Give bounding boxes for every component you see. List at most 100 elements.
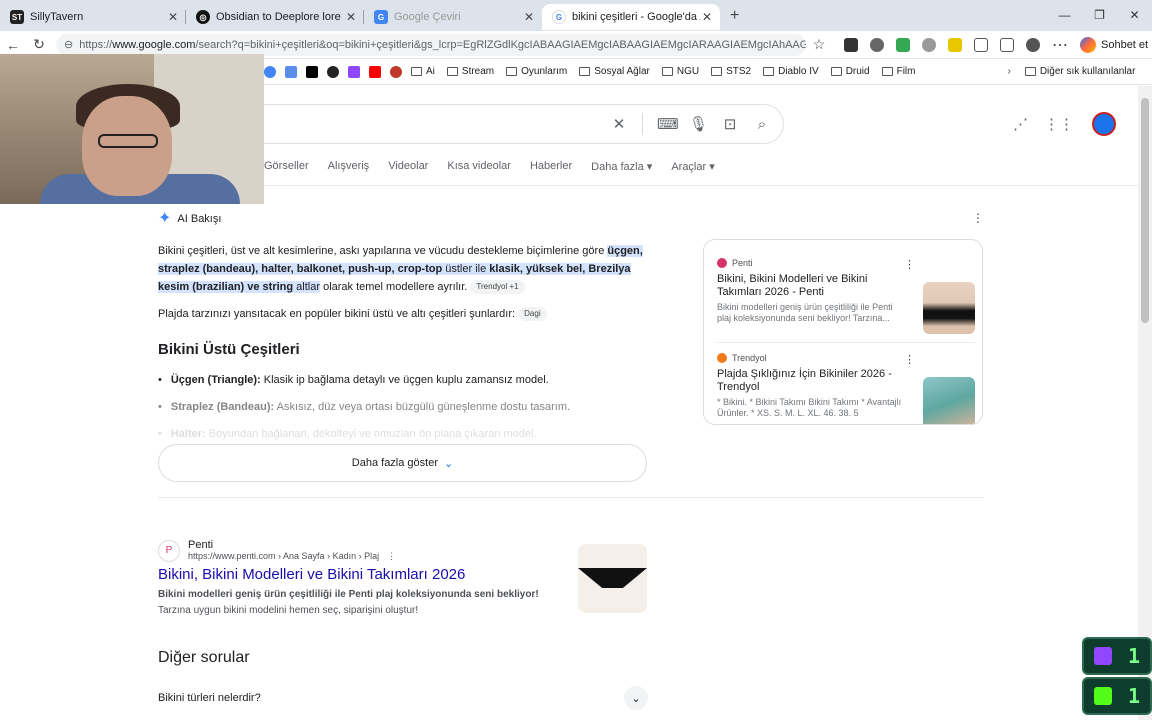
show-more-button[interactable]: Daha fazla göster ⌄ — [158, 444, 647, 482]
search-input[interactable]: ✕ ⌨ 🎙 ⊡ ⌕ — [254, 104, 784, 144]
search-tabs: Görseller Alışveriş Videolar Kısa videol… — [264, 160, 734, 173]
result-title-link[interactable]: Bikini, Bikini Modelleri ve Bikini Takım… — [158, 566, 648, 583]
clear-icon[interactable]: ✕ — [610, 115, 628, 133]
bookmark-icon[interactable] — [285, 65, 297, 78]
tab-images[interactable]: Görseller — [264, 160, 309, 173]
search-icon[interactable]: ⌕ — [753, 116, 771, 133]
address-bar[interactable]: ⊖ https://www.google.com/search?q=bikini… — [56, 33, 806, 56]
tab-shopping[interactable]: Alışveriş — [328, 160, 370, 173]
ai-overview: ✦ AI Bakışı Bikini çeşitleri, üst ve alt… — [158, 210, 648, 452]
tab-news[interactable]: Haberler — [530, 160, 572, 173]
source-card[interactable]: Penti Bikini, Bikini Modelleri ve Bikini… — [717, 258, 975, 344]
tab-tools[interactable]: Araçlar ▾ — [671, 160, 714, 173]
profile-icon[interactable] — [1026, 37, 1040, 52]
bookmark-icon[interactable] — [390, 65, 402, 78]
folder-icon — [763, 67, 775, 76]
kick-icon — [1094, 687, 1112, 705]
extension-icon[interactable] — [948, 37, 962, 52]
lens-icon[interactable]: ⊡ — [721, 115, 739, 133]
more-options-icon[interactable]: ⋮ — [387, 551, 396, 561]
bookmark-folder-social[interactable]: Sosyal Ağlar — [579, 66, 650, 77]
bookmark-folder-ai[interactable]: Ai — [411, 66, 435, 77]
close-tab-icon[interactable]: ✕ — [700, 10, 714, 24]
keyboard-icon[interactable]: ⌨ — [657, 115, 679, 133]
minimize-icon[interactable]: — — [1047, 0, 1082, 31]
reload-icon[interactable]: ↻ — [26, 36, 52, 53]
tab-videos[interactable]: Videolar — [388, 160, 428, 173]
tab-google-translate[interactable]: G Google Çeviri ✕ — [364, 4, 542, 30]
maximize-icon[interactable]: ❐ — [1082, 0, 1117, 31]
tab-short-videos[interactable]: Kısa videolar — [447, 160, 511, 173]
tiktok-icon[interactable] — [306, 65, 318, 78]
chevron-down-icon: ⌄ — [444, 457, 454, 470]
apps-grid-icon[interactable]: ⋮⋮ — [1044, 115, 1074, 133]
search-header: ✕ ⌨ 🎙 ⊡ ⌕ Görseller Alışveriş Videolar K… — [254, 86, 1138, 186]
sillytavern-favicon-icon: ST — [10, 10, 24, 24]
bookmark-folder-games[interactable]: Oyunlarım — [506, 66, 567, 77]
bookmark-folder-stream[interactable]: Stream — [446, 66, 494, 77]
browser-tab-bar: ST SillyTavern ✕ ◎ Obsidian to Deeplore … — [0, 0, 1152, 31]
question-item[interactable]: Bikini türleri nelerdir? ⌄ — [158, 686, 648, 710]
chevron-down-icon[interactable]: ⌄ — [624, 686, 648, 710]
tab-obsidian[interactable]: ◎ Obsidian to Deeplore lore convers ✕ — [186, 4, 364, 30]
close-tab-icon[interactable]: ✕ — [344, 10, 358, 24]
bookmark-folder-ngu[interactable]: NGU — [661, 66, 699, 77]
more-options-icon[interactable]: ⋮ — [904, 353, 915, 366]
window-controls: — ❐ ✕ — [1047, 0, 1152, 31]
close-window-icon[interactable]: ✕ — [1117, 0, 1152, 31]
tab-google-search[interactable]: G bikini çeşitleri - Google'da Ara ✕ — [542, 4, 720, 30]
close-tab-icon[interactable]: ✕ — [166, 10, 180, 24]
favorite-star-icon[interactable]: ☆ — [806, 36, 832, 53]
more-options-icon[interactable]: ⋮ — [904, 258, 915, 271]
folder-icon — [881, 67, 893, 76]
google-favicon-icon: G — [552, 10, 566, 24]
bookmark-icon[interactable] — [264, 65, 276, 78]
scrollbar-thumb[interactable] — [1141, 98, 1149, 323]
tab-more[interactable]: Daha fazla ▾ — [591, 160, 652, 173]
split-screen-icon[interactable] — [1000, 37, 1014, 52]
ublock-shield-icon[interactable] — [896, 37, 910, 52]
folder-icon — [411, 67, 422, 76]
folder-icon — [661, 67, 673, 76]
folder-icon — [446, 67, 458, 76]
new-tab-icon[interactable]: + — [730, 7, 739, 25]
source-chip-trendyol[interactable]: Trendyol +1 — [470, 280, 525, 295]
twitch-viewer-counter: 1 — [1082, 637, 1152, 675]
trendyol-logo-icon — [717, 353, 727, 363]
back-icon[interactable]: ← — [0, 37, 26, 53]
bookmark-folder-druid[interactable]: Druid — [830, 66, 870, 77]
chevron-right-icon[interactable]: › — [1007, 66, 1010, 77]
openai-icon[interactable] — [327, 65, 339, 78]
youtube-icon[interactable] — [369, 65, 381, 78]
ai-sources-panel: Penti Bikini, Bikini Modelleri ve Bikini… — [703, 239, 983, 425]
close-tab-icon[interactable]: ✕ — [522, 10, 536, 24]
tab-sillytavern[interactable]: ST SillyTavern ✕ — [0, 4, 186, 30]
folder-icon — [830, 67, 842, 76]
bookmark-folder-diablo[interactable]: Diablo IV — [763, 66, 819, 77]
more-options-icon[interactable]: ⋮ — [972, 211, 984, 225]
result-image[interactable] — [578, 544, 647, 613]
source-card[interactable]: Trendyol Plajda Şıklığınız İçin Bikinile… — [717, 353, 975, 424]
ai-overview-heading: AI Bakışı — [177, 213, 222, 225]
source-chip-dagi[interactable]: Dagi — [518, 307, 547, 322]
extension-icon[interactable] — [870, 37, 884, 52]
translate-favicon-icon: G — [374, 10, 388, 24]
copilot-button[interactable]: Sohbet et — [1080, 36, 1148, 53]
extensions-bar: ⋯ — [838, 35, 1074, 55]
avatar[interactable] — [1092, 112, 1116, 136]
list-item: Halter: Boyundan bağlanan, dekolteyi ve … — [158, 425, 648, 443]
microphone-icon[interactable]: 🎙 — [689, 115, 708, 133]
heart-icon[interactable] — [348, 65, 360, 78]
bookmark-folder-film[interactable]: Film — [881, 66, 915, 77]
share-icon[interactable]: ⋰ — [1013, 115, 1028, 133]
product-image — [923, 282, 975, 334]
puzzle-icon[interactable] — [974, 37, 988, 52]
more-menu-icon[interactable]: ⋯ — [1052, 35, 1068, 55]
ai-paragraph-2: Plajda tarzınızı yansıtacak en popüler b… — [158, 305, 648, 323]
site-info-icon[interactable]: ⊖ — [64, 38, 73, 51]
page-scrollbar[interactable] — [1138, 86, 1152, 720]
extension-icon[interactable] — [922, 37, 936, 52]
bookmark-folder-other[interactable]: Diğer sık kullanılanlar — [1024, 66, 1135, 77]
bookmark-folder-sts2[interactable]: STS2 — [711, 66, 751, 77]
extension-icon[interactable] — [844, 37, 858, 52]
